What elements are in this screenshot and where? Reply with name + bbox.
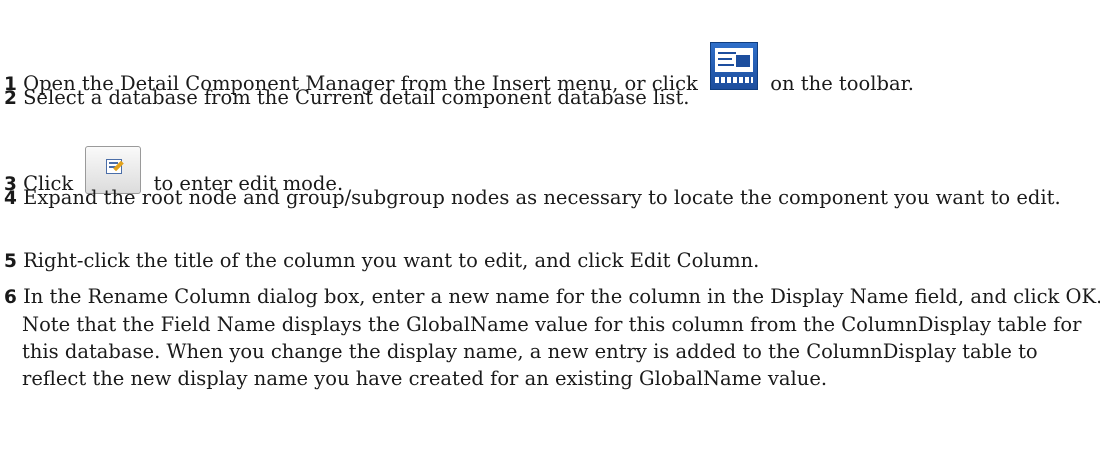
step-text: Right-click the title of the column you …: [23, 249, 760, 272]
line-shape: [718, 64, 735, 66]
step-6: 6 In the Rename Column dialog box, enter…: [4, 283, 1100, 392]
step-number: 6: [4, 287, 17, 308]
step-text: Select a database from the Current detai…: [23, 86, 690, 109]
line-shape: [718, 52, 737, 54]
line-shape: [718, 58, 733, 60]
step-5: 5 Right-click the title of the column yo…: [4, 247, 1100, 275]
step-number: 5: [4, 251, 17, 272]
step-number: 4: [4, 188, 17, 209]
step-text: Expand the root node and group/subgroup …: [23, 186, 1061, 209]
step-number: 2: [4, 88, 17, 109]
step-text: In the Rename Column dialog box, enter a…: [22, 285, 1100, 390]
step-2: 2 Select a database from the Current det…: [4, 84, 1100, 112]
dashed-bar-shape: [715, 77, 754, 83]
detail-component-manager-icon[interactable]: [710, 42, 759, 90]
window-pane-shape: [715, 48, 754, 72]
step-4: 4 Expand the root node and group/subgrou…: [4, 184, 1100, 212]
block-shape: [736, 55, 751, 67]
